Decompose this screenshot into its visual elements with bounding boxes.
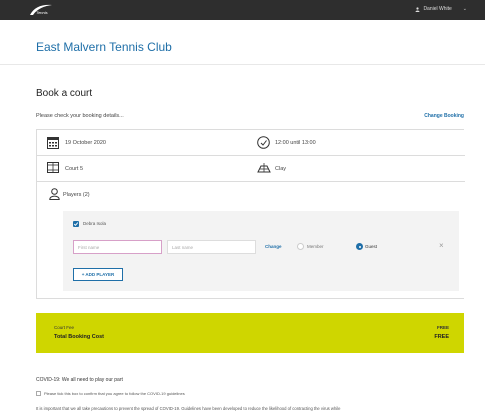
- last-name-input[interactable]: Last name: [167, 240, 256, 254]
- divider: [0, 64, 485, 65]
- court-surface-row: Court 5 Clay: [37, 156, 465, 182]
- players-label: Players (2): [63, 192, 90, 198]
- person-icon: [415, 6, 420, 12]
- member-player-name: Debra Isola: [83, 221, 107, 226]
- booking-date: 19 October 2020: [65, 140, 106, 146]
- date-time-row: 19 October 2020 12:00 until 13:00: [37, 130, 465, 156]
- covid-confirm-text: Please tick this box to confirm that you…: [44, 391, 185, 396]
- change-player-link[interactable]: Change: [265, 244, 282, 249]
- logo-text: Tennis: [36, 10, 48, 15]
- covid-body-text: It is important that we all take precaut…: [36, 406, 341, 411]
- court-fee-row: Court Fee FREE: [54, 325, 449, 330]
- change-booking-link[interactable]: Change Booking: [424, 113, 464, 119]
- court-fee-label: Court Fee: [54, 325, 75, 330]
- covid-title: COVID-19: We all need to play our part: [36, 377, 123, 383]
- cost-summary: Court Fee FREE Total Booking Cost FREE: [36, 313, 464, 353]
- user-menu[interactable]: Daniel White ⌄: [415, 6, 467, 12]
- court-name: Court 5: [65, 166, 84, 172]
- guest-radio[interactable]: [356, 243, 363, 250]
- surface-icon: [257, 163, 271, 173]
- first-name-input[interactable]: First name: [73, 240, 162, 254]
- add-player-button[interactable]: + ADD PLAYER: [73, 268, 123, 281]
- member-radio-label: Member: [307, 244, 324, 249]
- close-icon[interactable]: ×: [439, 241, 444, 250]
- member-radio[interactable]: [297, 243, 304, 250]
- court-fee-value: FREE: [436, 325, 449, 330]
- top-navigation-bar: Tennis Daniel White ⌄: [0, 0, 485, 20]
- booking-time: 12:00 until 13:00: [275, 140, 316, 146]
- checkbox-checked-icon[interactable]: [73, 221, 79, 227]
- covid-confirm[interactable]: Please tick this box to confirm that you…: [36, 391, 185, 396]
- total-cost-label: Total Booking Cost: [54, 334, 105, 340]
- player-icon: [49, 188, 60, 200]
- clock-icon: [257, 136, 270, 149]
- covid-confirm-checkbox[interactable]: [36, 391, 41, 396]
- club-title: East Malvern Tennis Club: [36, 40, 172, 54]
- page-title: Book a court: [36, 88, 93, 99]
- calendar-icon: [47, 137, 59, 149]
- total-cost-row: Total Booking Cost FREE: [54, 334, 449, 340]
- court-icon: [47, 162, 59, 173]
- booking-details-card: 19 October 2020 12:00 until 13:00 Court …: [36, 129, 465, 299]
- user-name: Daniel White: [423, 6, 452, 12]
- total-cost-value: FREE: [434, 334, 449, 340]
- court-surface: Clay: [275, 166, 287, 172]
- chevron-down-icon[interactable]: ⌄: [463, 6, 467, 12]
- check-details-text: Please check your booking details...: [36, 113, 124, 119]
- guest-radio-label: Guest: [365, 244, 378, 249]
- players-panel: Debra Isola First name Last name Change …: [63, 211, 459, 291]
